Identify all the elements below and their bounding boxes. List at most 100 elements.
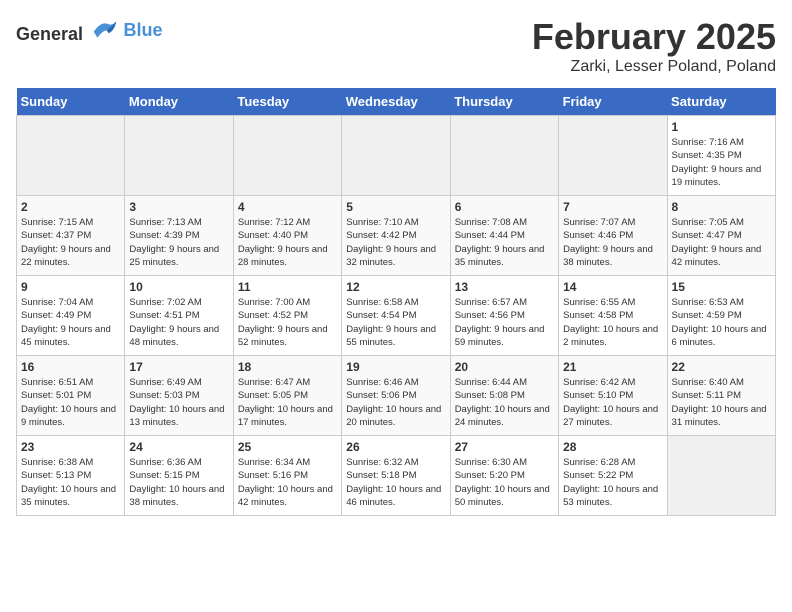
calendar-cell: 2 Sunrise: 7:15 AM Sunset: 4:37 PM Daylig… xyxy=(17,196,125,276)
day-number: 5 xyxy=(346,200,445,214)
day-of-week-header: Sunday xyxy=(17,88,125,116)
day-number: 9 xyxy=(21,280,120,294)
calendar-cell: 24 Sunrise: 6:36 AM Sunset: 5:15 PM Dayli… xyxy=(125,436,233,516)
calendar-cell: 15 Sunrise: 6:53 AM Sunset: 4:59 PM Dayli… xyxy=(667,276,775,356)
day-info: Sunrise: 6:47 AM Sunset: 5:05 PM Dayligh… xyxy=(238,376,337,429)
day-number: 10 xyxy=(129,280,228,294)
day-number: 23 xyxy=(21,440,120,454)
calendar-week-row: 2 Sunrise: 7:15 AM Sunset: 4:37 PM Daylig… xyxy=(17,196,776,276)
logo-bird-icon xyxy=(90,16,120,40)
calendar-cell: 12 Sunrise: 6:58 AM Sunset: 4:54 PM Dayli… xyxy=(342,276,450,356)
day-of-week-header: Thursday xyxy=(450,88,558,116)
day-info: Sunrise: 7:02 AM Sunset: 4:51 PM Dayligh… xyxy=(129,296,228,349)
calendar-cell: 25 Sunrise: 6:34 AM Sunset: 5:16 PM Dayli… xyxy=(233,436,341,516)
day-info: Sunrise: 6:53 AM Sunset: 4:59 PM Dayligh… xyxy=(672,296,771,349)
day-of-week-header: Saturday xyxy=(667,88,775,116)
day-number: 28 xyxy=(563,440,662,454)
day-info: Sunrise: 7:00 AM Sunset: 4:52 PM Dayligh… xyxy=(238,296,337,349)
calendar-cell: 5 Sunrise: 7:10 AM Sunset: 4:42 PM Daylig… xyxy=(342,196,450,276)
calendar-cell xyxy=(559,116,667,196)
calendar-week-row: 9Sunrise: 7:04 AM Sunset: 4:49 PM Daylig… xyxy=(17,276,776,356)
calendar-cell: 16Sunrise: 6:51 AM Sunset: 5:01 PM Dayli… xyxy=(17,356,125,436)
calendar-week-row: 23 Sunrise: 6:38 AM Sunset: 5:13 PM Dayli… xyxy=(17,436,776,516)
day-info: Sunrise: 6:38 AM Sunset: 5:13 PM Dayligh… xyxy=(21,456,120,509)
day-number: 15 xyxy=(672,280,771,294)
day-number: 25 xyxy=(238,440,337,454)
calendar-cell xyxy=(342,116,450,196)
calendar-cell: 27 Sunrise: 6:30 AM Sunset: 5:20 PM Dayli… xyxy=(450,436,558,516)
day-info: Sunrise: 6:57 AM Sunset: 4:56 PM Dayligh… xyxy=(455,296,554,349)
day-number: 14 xyxy=(563,280,662,294)
day-number: 7 xyxy=(563,200,662,214)
day-of-week-header: Monday xyxy=(125,88,233,116)
day-info: Sunrise: 6:34 AM Sunset: 5:16 PM Dayligh… xyxy=(238,456,337,509)
calendar-table: SundayMondayTuesdayWednesdayThursdayFrid… xyxy=(16,88,776,516)
day-info: Sunrise: 7:08 AM Sunset: 4:44 PM Dayligh… xyxy=(455,216,554,269)
calendar-cell: 14 Sunrise: 6:55 AM Sunset: 4:58 PM Dayli… xyxy=(559,276,667,356)
calendar-title: February 2025 xyxy=(532,16,776,58)
day-info: Sunrise: 6:58 AM Sunset: 4:54 PM Dayligh… xyxy=(346,296,445,349)
calendar-cell: 28 Sunrise: 6:28 AM Sunset: 5:22 PM Dayli… xyxy=(559,436,667,516)
day-info: Sunrise: 6:28 AM Sunset: 5:22 PM Dayligh… xyxy=(563,456,662,509)
day-info: Sunrise: 7:10 AM Sunset: 4:42 PM Dayligh… xyxy=(346,216,445,269)
calendar-cell: 6 Sunrise: 7:08 AM Sunset: 4:44 PM Daylig… xyxy=(450,196,558,276)
calendar-cell: 26 Sunrise: 6:32 AM Sunset: 5:18 PM Dayli… xyxy=(342,436,450,516)
calendar-cell xyxy=(233,116,341,196)
day-number: 3 xyxy=(129,200,228,214)
day-info: Sunrise: 6:49 AM Sunset: 5:03 PM Dayligh… xyxy=(129,376,228,429)
calendar-cell: 4 Sunrise: 7:12 AM Sunset: 4:40 PM Daylig… xyxy=(233,196,341,276)
day-info: Sunrise: 6:36 AM Sunset: 5:15 PM Dayligh… xyxy=(129,456,228,509)
day-info: Sunrise: 6:40 AM Sunset: 5:11 PM Dayligh… xyxy=(672,376,771,429)
day-info: Sunrise: 6:55 AM Sunset: 4:58 PM Dayligh… xyxy=(563,296,662,349)
day-number: 2 xyxy=(21,200,120,214)
day-info: Sunrise: 7:13 AM Sunset: 4:39 PM Dayligh… xyxy=(129,216,228,269)
calendar-cell: 9Sunrise: 7:04 AM Sunset: 4:49 PM Daylig… xyxy=(17,276,125,356)
day-number: 27 xyxy=(455,440,554,454)
title-area: February 2025 Zarki, Lesser Poland, Pola… xyxy=(532,16,776,76)
day-number: 6 xyxy=(455,200,554,214)
calendar-cell: 3 Sunrise: 7:13 AM Sunset: 4:39 PM Daylig… xyxy=(125,196,233,276)
header: General Blue February 2025 Zarki, Lesser… xyxy=(16,16,776,76)
day-number: 11 xyxy=(238,280,337,294)
day-number: 21 xyxy=(563,360,662,374)
calendar-cell: 13 Sunrise: 6:57 AM Sunset: 4:56 PM Dayli… xyxy=(450,276,558,356)
calendar-cell: 10 Sunrise: 7:02 AM Sunset: 4:51 PM Dayli… xyxy=(125,276,233,356)
day-info: Sunrise: 7:16 AM Sunset: 4:35 PM Dayligh… xyxy=(672,136,771,189)
day-number: 12 xyxy=(346,280,445,294)
day-info: Sunrise: 6:44 AM Sunset: 5:08 PM Dayligh… xyxy=(455,376,554,429)
day-number: 16 xyxy=(21,360,120,374)
day-number: 13 xyxy=(455,280,554,294)
logo-blue-text: Blue xyxy=(124,20,163,40)
calendar-cell: 18 Sunrise: 6:47 AM Sunset: 5:05 PM Dayli… xyxy=(233,356,341,436)
day-info: Sunrise: 6:30 AM Sunset: 5:20 PM Dayligh… xyxy=(455,456,554,509)
calendar-cell xyxy=(450,116,558,196)
calendar-header-row: SundayMondayTuesdayWednesdayThursdayFrid… xyxy=(17,88,776,116)
day-number: 24 xyxy=(129,440,228,454)
calendar-week-row: 1 Sunrise: 7:16 AM Sunset: 4:35 PM Daylig… xyxy=(17,116,776,196)
day-info: Sunrise: 7:15 AM Sunset: 4:37 PM Dayligh… xyxy=(21,216,120,269)
calendar-cell: 20Sunrise: 6:44 AM Sunset: 5:08 PM Dayli… xyxy=(450,356,558,436)
calendar-cell: 7Sunrise: 7:07 AM Sunset: 4:46 PM Daylig… xyxy=(559,196,667,276)
logo: General Blue xyxy=(16,16,163,45)
calendar-cell: 1 Sunrise: 7:16 AM Sunset: 4:35 PM Daylig… xyxy=(667,116,775,196)
day-info: Sunrise: 6:32 AM Sunset: 5:18 PM Dayligh… xyxy=(346,456,445,509)
logo-general-text: General xyxy=(16,24,83,44)
day-number: 1 xyxy=(672,120,771,134)
day-of-week-header: Friday xyxy=(559,88,667,116)
day-number: 4 xyxy=(238,200,337,214)
calendar-cell: 11 Sunrise: 7:00 AM Sunset: 4:52 PM Dayli… xyxy=(233,276,341,356)
calendar-cell: 22Sunrise: 6:40 AM Sunset: 5:11 PM Dayli… xyxy=(667,356,775,436)
calendar-cell: 8 Sunrise: 7:05 AM Sunset: 4:47 PM Daylig… xyxy=(667,196,775,276)
calendar-cell: 21 Sunrise: 6:42 AM Sunset: 5:10 PM Dayli… xyxy=(559,356,667,436)
calendar-cell xyxy=(17,116,125,196)
day-number: 8 xyxy=(672,200,771,214)
day-info: Sunrise: 6:42 AM Sunset: 5:10 PM Dayligh… xyxy=(563,376,662,429)
day-number: 26 xyxy=(346,440,445,454)
day-of-week-header: Tuesday xyxy=(233,88,341,116)
day-info: Sunrise: 7:05 AM Sunset: 4:47 PM Dayligh… xyxy=(672,216,771,269)
day-number: 18 xyxy=(238,360,337,374)
day-info: Sunrise: 7:12 AM Sunset: 4:40 PM Dayligh… xyxy=(238,216,337,269)
calendar-cell: 23 Sunrise: 6:38 AM Sunset: 5:13 PM Dayli… xyxy=(17,436,125,516)
day-of-week-header: Wednesday xyxy=(342,88,450,116)
calendar-cell: 19Sunrise: 6:46 AM Sunset: 5:06 PM Dayli… xyxy=(342,356,450,436)
